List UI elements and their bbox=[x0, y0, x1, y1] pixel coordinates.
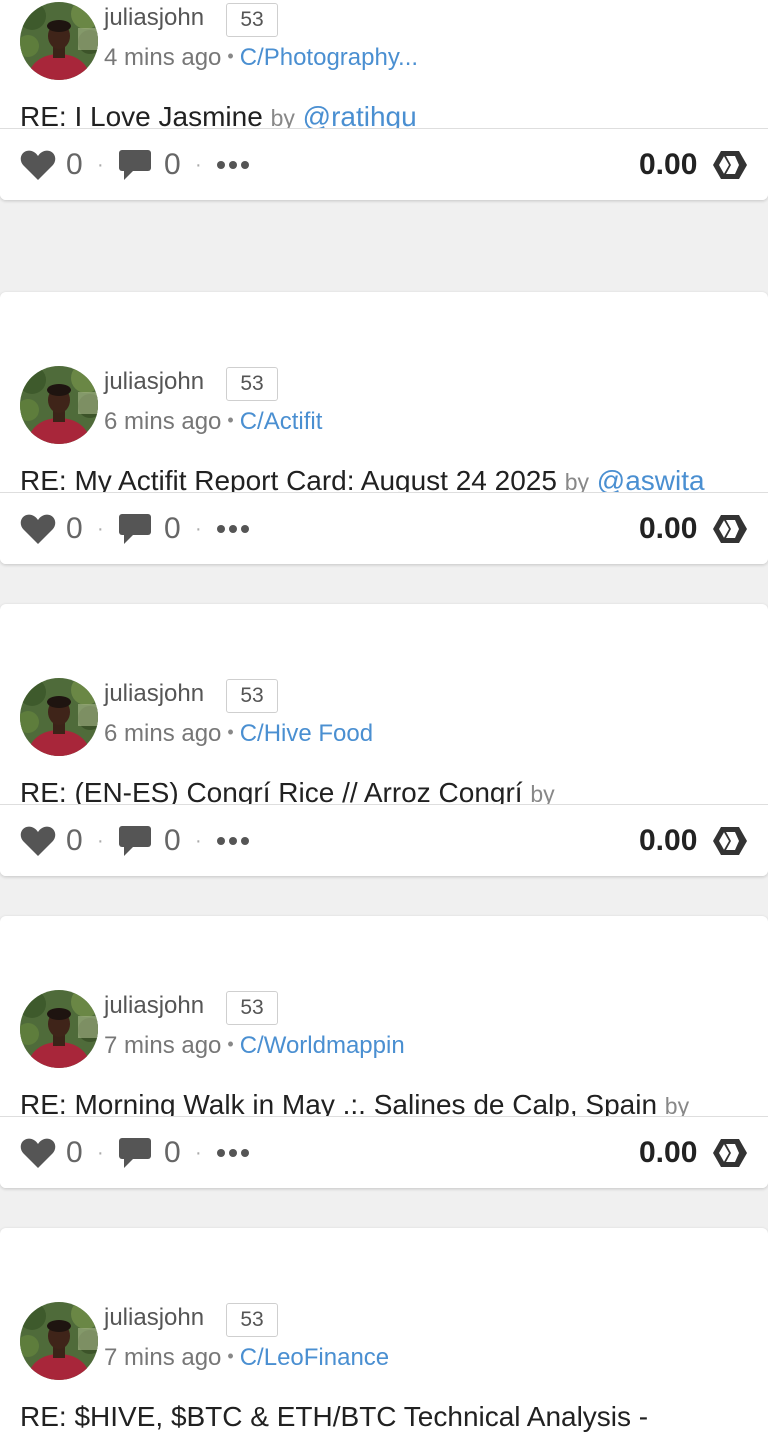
comment-count[interactable]: 0 bbox=[164, 1117, 181, 1188]
post-title[interactable]: RE: $HIVE, $BTC & ETH/BTC Technical Anal… bbox=[20, 1396, 740, 1442]
vote-count[interactable]: 0 bbox=[66, 1117, 83, 1188]
reputation-badge: 53 bbox=[226, 1303, 278, 1337]
title-text[interactable]: RE: $HIVE, $BTC & ETH/BTC Technical Anal… bbox=[20, 1401, 648, 1442]
card-body: juliasjohn 53 7 mins ago • C/Worldmappin RE: … bbox=[0, 916, 768, 1163]
card-footer: 0 · 0 · 0.00 bbox=[0, 128, 768, 200]
card-footer: 0 · 0 · 0.00 bbox=[0, 492, 768, 564]
comment-bubble-icon[interactable] bbox=[118, 805, 152, 876]
post-time[interactable]: 6 mins ago bbox=[104, 408, 221, 435]
payout-value[interactable]: 0.00 bbox=[639, 805, 697, 876]
heart-icon[interactable] bbox=[20, 1117, 56, 1188]
more-dots-icon[interactable] bbox=[216, 493, 250, 564]
payout-value[interactable]: 0.00 bbox=[639, 129, 697, 200]
avatar[interactable] bbox=[20, 990, 98, 1068]
heart-icon[interactable] bbox=[20, 129, 56, 200]
footer-separator: · bbox=[97, 829, 104, 852]
card-body: juliasjohn 53 4 mins ago • C/Photography... R… bbox=[0, 0, 768, 175]
comment-count[interactable]: 0 bbox=[164, 493, 181, 564]
footer-separator: · bbox=[97, 153, 104, 176]
more-dots-icon[interactable] bbox=[216, 805, 250, 876]
more-dots-icon[interactable] bbox=[216, 1117, 250, 1188]
avatar[interactable] bbox=[20, 678, 98, 756]
author-name[interactable]: juliasjohn bbox=[104, 4, 204, 32]
comment-bubble-icon[interactable] bbox=[118, 1117, 152, 1188]
avatar[interactable] bbox=[20, 1302, 98, 1380]
post-time[interactable]: 4 mins ago bbox=[104, 44, 221, 71]
community-link[interactable]: C/Actifit bbox=[240, 408, 323, 435]
avatar[interactable] bbox=[20, 2, 98, 80]
vote-count[interactable]: 0 bbox=[66, 129, 83, 200]
more-dots-icon[interactable] bbox=[216, 129, 250, 200]
avatar[interactable] bbox=[20, 366, 98, 444]
card-footer: 0 · 0 · 0.00 bbox=[0, 804, 768, 876]
reputation-badge: 53 bbox=[226, 3, 278, 37]
author-name[interactable]: juliasjohn bbox=[104, 992, 204, 1020]
meta-separator: • bbox=[227, 722, 234, 742]
hive-logo-icon bbox=[712, 805, 748, 876]
meta-separator: • bbox=[227, 1034, 234, 1054]
card-footer: 0 · 0 · 0.00 bbox=[0, 1116, 768, 1188]
hive-logo-icon bbox=[712, 129, 748, 200]
post-time[interactable]: 6 mins ago bbox=[104, 720, 221, 747]
community-link[interactable]: C/Worldmappin bbox=[240, 1032, 405, 1059]
comment-card: juliasjohn 53 6 mins ago • C/Hive Food RE: (E… bbox=[0, 604, 768, 876]
post-time[interactable]: 7 mins ago bbox=[104, 1032, 221, 1059]
heart-icon[interactable] bbox=[20, 493, 56, 564]
post-meta: 4 mins ago • C/Photography... bbox=[104, 44, 418, 72]
post-time[interactable]: 7 mins ago bbox=[104, 1344, 221, 1371]
comment-count[interactable]: 0 bbox=[164, 805, 181, 876]
comment-card: juliasjohn 53 7 mins ago • C/Worldmappin RE: … bbox=[0, 916, 768, 1188]
meta-separator: • bbox=[227, 410, 234, 430]
card-body: juliasjohn 53 6 mins ago • C/Actifit RE: My A… bbox=[0, 292, 768, 496]
post-meta: 6 mins ago • C/Actifit bbox=[104, 408, 322, 436]
comment-card: juliasjohn 53 7 mins ago • C/LeoFinance RE: $… bbox=[0, 1228, 768, 1442]
author-name[interactable]: juliasjohn bbox=[104, 1304, 204, 1332]
card-body: juliasjohn 53 6 mins ago • C/Hive Food RE: (E… bbox=[0, 604, 768, 851]
post-meta: 6 mins ago • C/Hive Food bbox=[104, 720, 373, 748]
reputation-badge: 53 bbox=[226, 679, 278, 713]
card-body: juliasjohn 53 7 mins ago • C/LeoFinance RE: $… bbox=[0, 1228, 768, 1432]
comment-bubble-icon[interactable] bbox=[118, 493, 152, 564]
footer-separator: · bbox=[97, 517, 104, 540]
footer-separator: · bbox=[97, 1141, 104, 1164]
hive-logo-icon bbox=[712, 1117, 748, 1188]
meta-separator: • bbox=[227, 46, 234, 66]
post-meta: 7 mins ago • C/LeoFinance bbox=[104, 1344, 389, 1372]
payout-value[interactable]: 0.00 bbox=[639, 1117, 697, 1188]
footer-separator: · bbox=[195, 153, 202, 176]
heart-icon[interactable] bbox=[20, 805, 56, 876]
meta-separator: • bbox=[227, 1346, 234, 1366]
comment-card: juliasjohn 53 4 mins ago • C/Photography... R… bbox=[0, 0, 768, 200]
vote-count[interactable]: 0 bbox=[66, 805, 83, 876]
author-name[interactable]: juliasjohn bbox=[104, 368, 204, 396]
hive-logo-icon bbox=[712, 493, 748, 564]
community-link[interactable]: C/LeoFinance bbox=[240, 1344, 389, 1371]
footer-separator: · bbox=[195, 829, 202, 852]
reputation-badge: 53 bbox=[226, 367, 278, 401]
comment-card: juliasjohn 53 6 mins ago • C/Actifit RE: My A… bbox=[0, 292, 768, 564]
vote-count[interactable]: 0 bbox=[66, 493, 83, 564]
reputation-badge: 53 bbox=[226, 991, 278, 1025]
community-link[interactable]: C/Photography... bbox=[240, 44, 418, 71]
comment-bubble-icon[interactable] bbox=[118, 129, 152, 200]
post-meta: 7 mins ago • C/Worldmappin bbox=[104, 1032, 405, 1060]
footer-separator: · bbox=[195, 517, 202, 540]
footer-separator: · bbox=[195, 1141, 202, 1164]
community-link[interactable]: C/Hive Food bbox=[240, 720, 373, 747]
comment-feed: juliasjohn 53 4 mins ago • C/Photography... R… bbox=[0, 0, 768, 1442]
comment-count[interactable]: 0 bbox=[164, 129, 181, 200]
payout-value[interactable]: 0.00 bbox=[639, 493, 697, 564]
author-name[interactable]: juliasjohn bbox=[104, 680, 204, 708]
